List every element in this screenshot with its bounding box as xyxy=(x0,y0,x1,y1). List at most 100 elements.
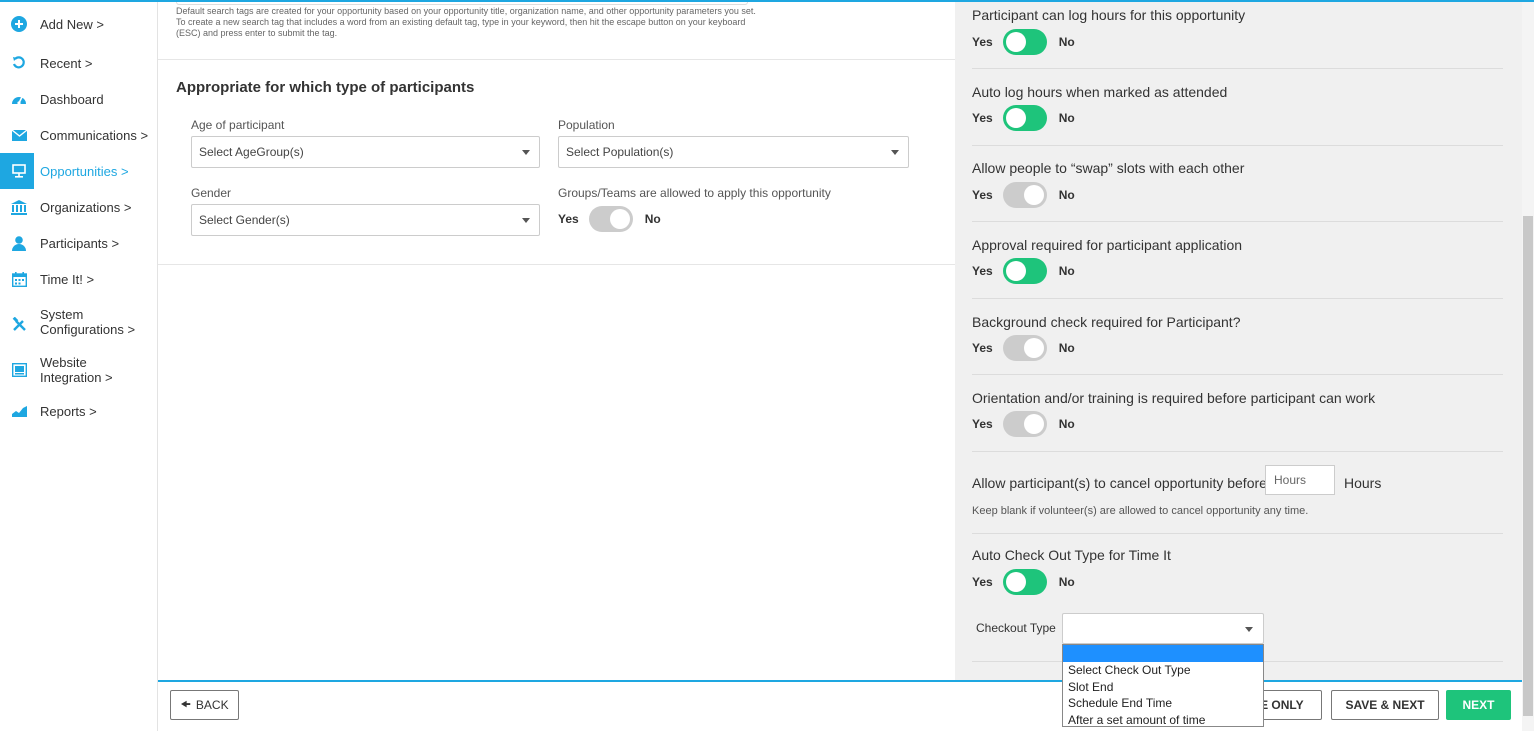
sidebar-item-dashboard[interactable]: Dashboard xyxy=(0,87,157,111)
no-label: No xyxy=(1058,111,1075,125)
back-button[interactable]: 🠜 BACK xyxy=(170,690,239,720)
sidebar-item-website-integration[interactable]: Website Integration > xyxy=(0,353,157,387)
sidebar-item-add-new[interactable]: Add New > xyxy=(0,12,157,36)
no-label: No xyxy=(1058,35,1075,49)
toggle-knob xyxy=(1023,414,1044,434)
question-background-check: Background check required for Participan… xyxy=(972,314,1241,330)
approval-toggle-row: Yes No xyxy=(972,258,1075,284)
groups-teams-toggle[interactable] xyxy=(588,206,633,232)
sidebar-item-label: Website xyxy=(40,355,87,370)
gender-select[interactable]: Select Gender(s) xyxy=(191,204,540,236)
cancel-hours-input[interactable]: Hours xyxy=(1265,465,1335,495)
dropdown-option-blank[interactable] xyxy=(1063,645,1263,662)
divider xyxy=(972,221,1503,222)
divider xyxy=(972,374,1503,375)
groups-teams-label: Groups/Teams are allowed to apply this o… xyxy=(558,186,831,200)
sidebar-item-label: Participants xyxy=(40,236,108,251)
divider xyxy=(972,145,1503,146)
population-select[interactable]: Select Population(s) xyxy=(558,136,909,168)
divider xyxy=(972,298,1503,299)
no-label: No xyxy=(1058,417,1075,431)
sidebar-item-label: System xyxy=(40,307,84,322)
sidebar-item-system-configurations[interactable]: System Configurations > xyxy=(0,305,157,339)
sidebar: Add New > Recent > Dashboard Communicati… xyxy=(0,0,158,731)
cancel-before-label: Allow participant(s) to cancel opportuni… xyxy=(972,475,1267,491)
save-next-label: SAVE & NEXT xyxy=(1345,698,1425,712)
caret-down-icon xyxy=(522,218,530,223)
yes-label: Yes xyxy=(972,188,993,202)
yes-label: Yes xyxy=(558,212,579,226)
age-group-placeholder: Select AgeGroup(s) xyxy=(199,145,304,159)
toggle-knob xyxy=(1005,32,1026,52)
sidebar-item-label: Integration xyxy=(40,370,102,385)
main-content: Default search tags are created for your… xyxy=(158,0,955,680)
chart-icon xyxy=(10,402,28,420)
sidebar-item-participants[interactable]: Participants > xyxy=(0,231,157,255)
calendar-icon xyxy=(10,270,28,288)
auto-checkout-label: Auto Check Out Type for Time It xyxy=(972,547,1171,563)
arrow-left-icon: 🠜 xyxy=(180,696,191,711)
scrollbar-thumb[interactable] xyxy=(1523,216,1533,716)
caret-down-icon xyxy=(1245,627,1253,632)
toggle-knob xyxy=(1023,185,1044,205)
footer-bar: 🠜 BACK SAVE ONLY SAVE & NEXT NEXT xyxy=(158,680,1522,731)
monitor-icon xyxy=(10,361,28,379)
dropdown-option-set-time[interactable]: After a set amount of time xyxy=(1063,712,1263,729)
sidebar-item-label: Communications xyxy=(40,128,137,143)
question-approval-required: Approval required for participant applic… xyxy=(972,237,1243,253)
auto-checkout-toggle-row: Yes No xyxy=(972,569,1075,595)
question-log-hours: Participant can log hours for this oppor… xyxy=(972,7,1246,23)
sidebar-item-opportunities[interactable]: Opportunities > xyxy=(0,153,157,189)
question-orientation-training: Orientation and/or training is required … xyxy=(972,390,1376,406)
sidebar-item-label: Time It! xyxy=(40,272,83,287)
log-hours-toggle[interactable] xyxy=(1002,29,1047,55)
sidebar-item-label: Opportunities xyxy=(40,164,118,179)
sidebar-item-communications[interactable]: Communications > xyxy=(0,123,157,147)
section-title: Appropriate for which type of participan… xyxy=(176,79,475,96)
checkout-type-select[interactable] xyxy=(1062,613,1264,644)
orientation-toggle[interactable] xyxy=(1002,411,1047,437)
sidebar-item-recent[interactable]: Recent > xyxy=(0,51,157,75)
sidebar-item-time-it[interactable]: Time It! > xyxy=(0,267,157,291)
save-next-button[interactable]: SAVE & NEXT xyxy=(1331,690,1439,720)
settings-panel: Participant can log hours for this oppor… xyxy=(955,0,1522,680)
sidebar-item-label: Add New xyxy=(40,17,93,32)
background-check-toggle[interactable] xyxy=(1002,335,1047,361)
dropdown-option-schedule-end[interactable]: Schedule End Time xyxy=(1063,695,1263,712)
next-button[interactable]: NEXT xyxy=(1446,690,1511,720)
bank-icon xyxy=(10,198,28,216)
toggle-knob xyxy=(1005,108,1026,128)
sidebar-item-label: Reports xyxy=(40,404,86,419)
sidebar-item-label: Dashboard xyxy=(40,92,104,107)
yes-label: Yes xyxy=(972,35,993,49)
orientation-toggle-row: Yes No xyxy=(972,411,1075,437)
divider xyxy=(972,68,1503,69)
dropdown-option-slot-end[interactable]: Slot End xyxy=(1063,679,1263,696)
question-swap-slots: Allow people to “swap” slots with each o… xyxy=(972,160,1245,176)
swap-slots-toggle[interactable] xyxy=(1002,182,1047,208)
toggle-knob xyxy=(1005,572,1026,592)
age-label: Age of participant xyxy=(191,118,285,132)
scrollbar[interactable] xyxy=(1522,0,1534,731)
yes-label: Yes xyxy=(972,417,993,431)
yes-label: Yes xyxy=(972,341,993,355)
age-group-select[interactable]: Select AgeGroup(s) xyxy=(191,136,540,168)
yes-label: Yes xyxy=(972,111,993,125)
auto-checkout-toggle[interactable] xyxy=(1002,569,1047,595)
gauge-icon xyxy=(10,90,28,108)
dropdown-option-select[interactable]: Select Check Out Type xyxy=(1063,662,1263,679)
population-label: Population xyxy=(558,118,615,132)
gender-label: Gender xyxy=(191,186,232,200)
gender-placeholder: Select Gender(s) xyxy=(199,213,290,227)
hours-suffix: Hours xyxy=(1344,475,1382,491)
toggle-knob xyxy=(1023,338,1044,358)
tools-icon xyxy=(10,315,28,333)
no-label: No xyxy=(1058,264,1075,278)
top-accent-line xyxy=(0,0,1534,2)
sidebar-item-reports[interactable]: Reports > xyxy=(0,399,157,423)
sidebar-item-organizations[interactable]: Organizations > xyxy=(0,195,157,219)
auto-log-hours-toggle[interactable] xyxy=(1002,105,1047,131)
approval-toggle[interactable] xyxy=(1002,258,1047,284)
checkout-type-dropdown: Select Check Out Type Slot End Schedule … xyxy=(1062,644,1264,727)
next-label: NEXT xyxy=(1462,698,1495,712)
